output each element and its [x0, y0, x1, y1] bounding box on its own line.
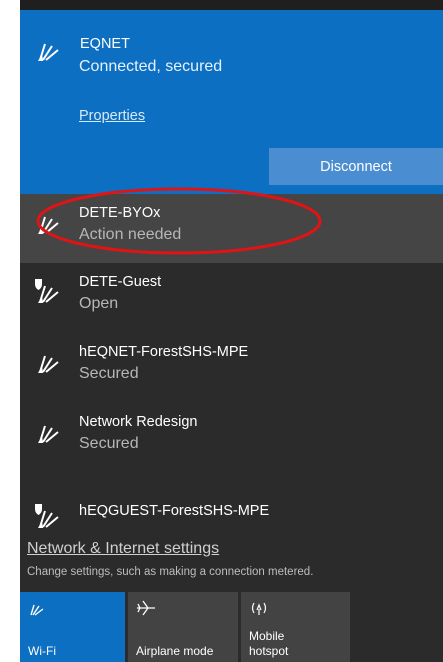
wifi-icon	[38, 425, 59, 443]
connected-network-status: Connected, secured	[79, 58, 223, 75]
network-list-item[interactable]: hEQNET-ForestSHS-MPE Secured	[20, 333, 443, 402]
network-settings-link[interactable]: Network & Internet settings	[27, 540, 219, 558]
wifi-icon	[38, 43, 59, 61]
connected-network-item[interactable]: EQNET Connected, secured Properties Disc…	[20, 10, 443, 194]
network-status: Open	[79, 295, 119, 312]
network-flyout: EQNET Connected, secured Properties Disc…	[20, 0, 443, 662]
wifi-icon	[38, 216, 59, 234]
network-status: Secured	[79, 435, 139, 452]
mobile-hotspot-tile[interactable]: Mobile hotspot	[241, 592, 350, 662]
network-name: DETE-Guest	[79, 274, 162, 290]
connected-network-name: EQNET	[80, 36, 130, 52]
network-list-item[interactable]: hEQGUEST-ForestSHS-MPE	[20, 473, 443, 542]
hotspot-icon	[251, 602, 267, 615]
network-list-item[interactable]: DETE-BYOx Action needed	[20, 194, 443, 263]
wifi-shield-icon	[35, 504, 59, 528]
network-status: Action needed	[79, 226, 182, 243]
airplane-icon	[137, 600, 155, 616]
airplane-tile-label: Airplane mode	[136, 644, 214, 658]
flyout-top-edge	[20, 0, 443, 10]
wifi-icon	[30, 604, 44, 616]
hotspot-tile-label: Mobile hotspot	[249, 629, 289, 658]
wifi-tile-label: Wi-Fi	[28, 644, 56, 658]
network-status: Secured	[79, 365, 139, 382]
network-settings-description: Change settings, such as making a connec…	[27, 566, 314, 578]
properties-link[interactable]: Properties	[79, 108, 145, 124]
network-name: hEQGUEST-ForestSHS-MPE	[79, 503, 270, 519]
network-name: DETE-BYOx	[79, 205, 161, 221]
network-name: hEQNET-ForestSHS-MPE	[79, 344, 249, 360]
airplane-mode-tile[interactable]: Airplane mode	[128, 592, 238, 662]
network-name: Network Redesign	[79, 414, 198, 430]
wifi-toggle-tile[interactable]: Wi-Fi	[20, 592, 125, 662]
wifi-icon	[38, 355, 59, 373]
wifi-shield-icon	[35, 279, 59, 303]
network-list-item[interactable]: Network Redesign Secured	[20, 403, 443, 472]
network-list-item[interactable]: DETE-Guest Open	[20, 263, 443, 332]
disconnect-button[interactable]: Disconnect	[269, 148, 443, 185]
